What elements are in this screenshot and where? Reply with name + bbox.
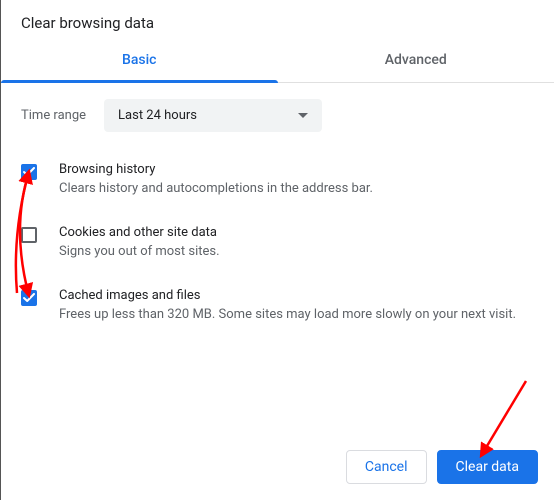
option-description: Signs you out of most sites. <box>59 243 534 262</box>
clear-data-button[interactable]: Clear data <box>437 450 538 484</box>
dialog-title: Clear browsing data <box>1 0 554 40</box>
time-range-value: Last 24 hours <box>118 108 197 123</box>
checkbox-cache[interactable] <box>21 290 37 306</box>
tab-basic[interactable]: Basic <box>1 40 278 82</box>
tab-advanced[interactable]: Advanced <box>278 40 554 82</box>
tabs-container: Basic Advanced <box>1 40 554 83</box>
option-browsing-history: Browsing history Clears history and auto… <box>21 162 534 199</box>
checkbox-cookies[interactable] <box>21 227 37 243</box>
dropdown-arrow-icon <box>298 113 308 118</box>
cancel-button[interactable]: Cancel <box>346 450 427 484</box>
option-title: Cached images and files <box>59 288 534 303</box>
option-cache: Cached images and files Frees up less th… <box>21 288 534 325</box>
option-title: Cookies and other site data <box>59 225 534 240</box>
option-title: Browsing history <box>59 162 534 177</box>
option-description: Clears history and autocompletions in th… <box>59 180 534 199</box>
time-range-label: Time range <box>21 108 86 123</box>
option-cookies: Cookies and other site data Signs you ou… <box>21 225 534 262</box>
time-range-row: Time range Last 24 hours <box>21 99 534 132</box>
checkbox-browsing-history[interactable] <box>21 164 37 180</box>
option-description: Frees up less than 320 MB. Some sites ma… <box>59 306 534 325</box>
time-range-select[interactable]: Last 24 hours <box>104 99 322 132</box>
dialog-footer: Cancel Clear data <box>346 450 538 484</box>
dialog-content: Time range Last 24 hours Browsing histor… <box>1 83 554 325</box>
